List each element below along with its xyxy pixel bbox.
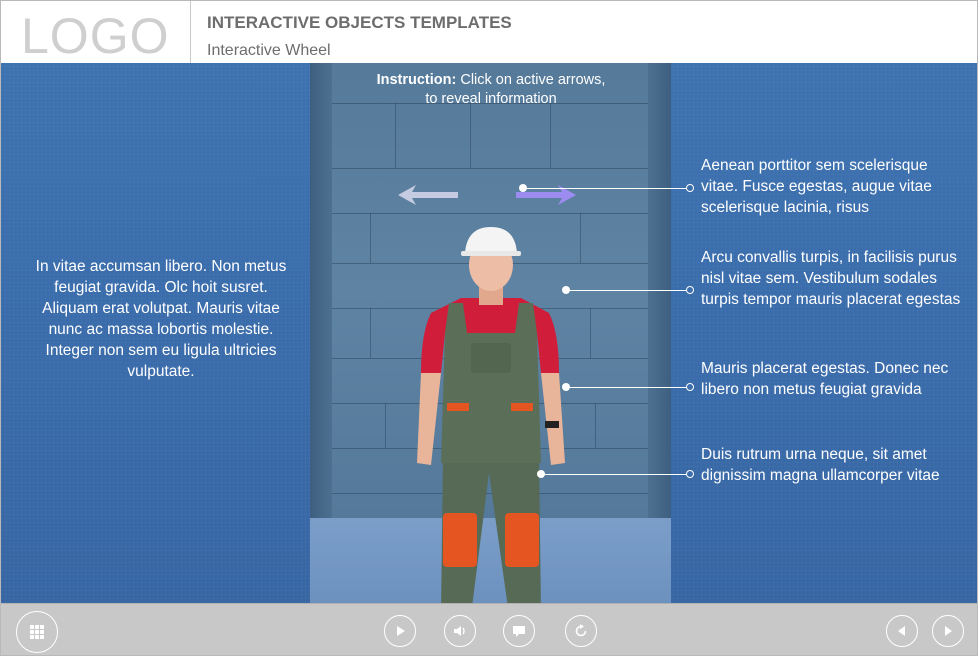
main-stage: Instruction: Click on active arrows, to …	[1, 63, 977, 639]
instruction-label: Instruction:	[376, 72, 457, 88]
tile-line	[470, 103, 471, 168]
leader-line	[568, 290, 687, 291]
next-button[interactable]	[932, 615, 964, 647]
play-button[interactable]	[384, 615, 416, 647]
play-icon	[397, 626, 405, 636]
leader-end	[686, 470, 694, 478]
instruction-text: Click on active arrows,	[456, 72, 606, 88]
audio-button[interactable]	[444, 615, 476, 647]
grid-icon	[30, 625, 44, 639]
tile-line	[385, 403, 386, 448]
logo: LOGO	[21, 8, 170, 64]
replay-button[interactable]	[565, 615, 597, 647]
tile-line	[590, 308, 591, 358]
info-item: Mauris placerat egestas. Donec nec liber…	[701, 360, 949, 398]
info-item: Duis rutrum urna neque, sit amet digniss…	[701, 446, 940, 484]
tile-line	[395, 103, 396, 168]
app-window: LOGO INTERACTIVE OBJECTS TEMPLATES Inter…	[0, 0, 978, 656]
tile-line	[370, 308, 371, 358]
speaker-icon	[454, 626, 465, 636]
tile-line	[370, 213, 371, 263]
leader-end	[686, 383, 694, 391]
next-icon	[945, 626, 952, 636]
page-subtitle: Interactive Wheel	[207, 42, 331, 59]
menu-button[interactable]	[16, 611, 58, 653]
instruction: Instruction: Click on active arrows, to …	[341, 71, 641, 109]
leader-line	[568, 387, 687, 388]
page-title: INTERACTIVE OBJECTS TEMPLATES	[207, 13, 512, 32]
leader-end	[686, 184, 694, 192]
tile-line	[595, 403, 596, 448]
worker-figure	[417, 227, 565, 639]
tile-line	[332, 213, 648, 214]
speech-bubble-icon	[513, 626, 525, 637]
arrow-left-icon[interactable]	[396, 183, 460, 207]
captions-button[interactable]	[503, 615, 535, 647]
footer-toolbar	[1, 603, 977, 655]
left-description: In vitae accumsan libero. Non metus feug…	[35, 258, 287, 380]
leader-line	[543, 474, 687, 475]
leader-end	[686, 286, 694, 294]
replay-icon	[575, 624, 587, 637]
prev-icon	[898, 626, 905, 636]
tile-line	[332, 168, 648, 169]
leader-line	[525, 188, 687, 189]
info-item: Arcu convallis turpis, in facilisis puru…	[701, 249, 961, 308]
info-item: Aenean porttitor sem scelerisque vitae. …	[701, 157, 932, 216]
tile-line	[550, 103, 551, 168]
header-divider	[190, 1, 191, 63]
prev-button[interactable]	[886, 615, 918, 647]
instruction-text-line2: to reveal information	[425, 91, 557, 107]
header: LOGO INTERACTIVE OBJECTS TEMPLATES Inter…	[1, 1, 977, 64]
